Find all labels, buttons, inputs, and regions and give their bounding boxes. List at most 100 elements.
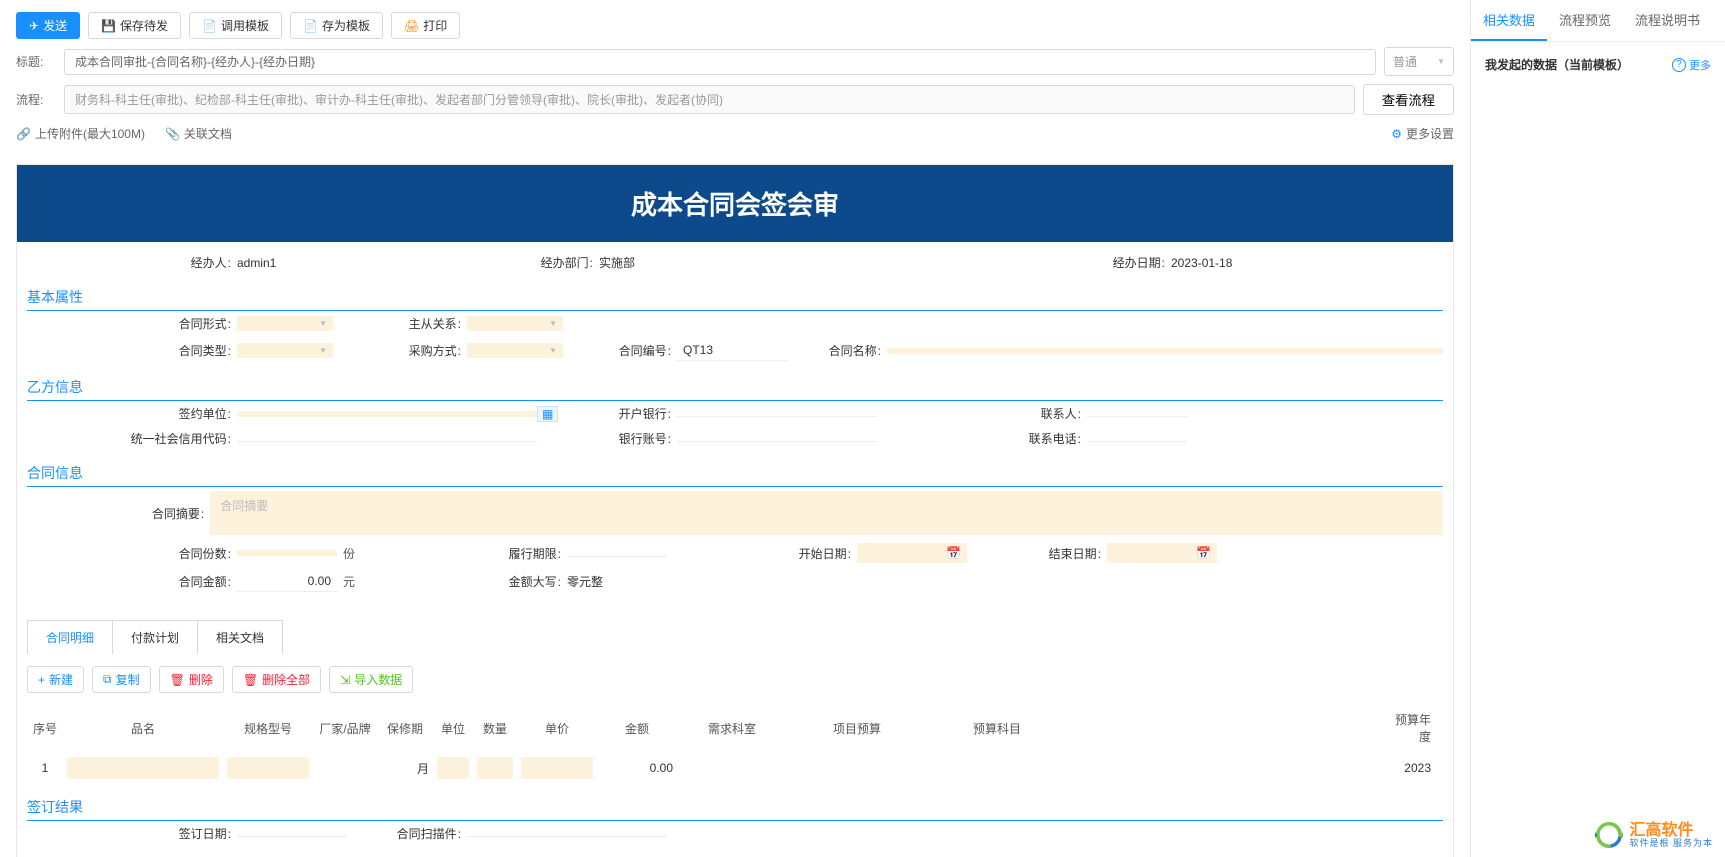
tab-payment[interactable]: 付款计划 <box>113 620 198 654</box>
my-data-title: 我发起的数据（当前模板） <box>1485 56 1629 73</box>
scan-label: 合同扫描件 <box>367 825 467 842</box>
col-year: 预算年度 <box>1383 709 1443 747</box>
contract-form-select[interactable]: ▼ <box>237 316 333 331</box>
tab-docs[interactable]: 相关文档 <box>198 620 283 654</box>
plus-icon: + <box>38 673 45 687</box>
end-date-input[interactable]: 📅 <box>1107 543 1217 563</box>
side-tab-data[interactable]: 相关数据 <box>1471 0 1547 41</box>
phone-input[interactable] <box>1087 435 1187 442</box>
lookup-icon[interactable]: ▦ <box>537 406 558 422</box>
col-unit: 单位 <box>433 718 473 739</box>
calendar-icon: 📅 <box>946 546 961 560</box>
delete-button[interactable]: 🗑删除 <box>159 666 224 693</box>
delete-all-button[interactable]: 🗑删除全部 <box>232 666 321 693</box>
cell-name-input[interactable] <box>67 757 219 779</box>
template-icon: 📄 <box>202 19 217 33</box>
contract-type-label: 合同类型 <box>27 342 237 359</box>
dept-label: 经办部门 <box>499 254 599 271</box>
col-warranty: 保修期 <box>377 718 433 739</box>
flow-label: 流程: <box>16 91 56 108</box>
cell-qty-input[interactable] <box>477 757 513 779</box>
col-price: 单价 <box>517 718 597 739</box>
cell-budget-input[interactable] <box>791 757 923 779</box>
send-button[interactable]: ✈发送 <box>16 12 80 39</box>
upload-attachment-link[interactable]: 🔗上传附件(最大100M) <box>16 125 145 142</box>
amount-cn-label: 金额大写 <box>407 573 567 590</box>
cell-seq: 1 <box>27 759 63 777</box>
cell-subject-input[interactable] <box>931 757 1063 779</box>
contract-name-input[interactable] <box>887 348 1443 354</box>
logo-icon <box>1595 821 1623 849</box>
sign-date-input[interactable] <box>237 830 347 837</box>
priority-select[interactable]: 普通▼ <box>1384 47 1454 76</box>
form-title: 成本合同会签会审 <box>17 165 1453 242</box>
view-flow-button[interactable]: 查看流程 <box>1363 84 1454 115</box>
save-draft-button[interactable]: 💾保存待发 <box>88 12 181 39</box>
cell-dept-input[interactable] <box>681 757 783 779</box>
related-doc-link[interactable]: 📎关联文档 <box>165 125 232 142</box>
amount-label: 合同金额 <box>27 573 237 590</box>
start-date-label: 开始日期 <box>687 545 857 562</box>
contact-input[interactable] <box>1087 410 1187 417</box>
title-input[interactable] <box>64 49 1376 75</box>
save-icon: 💾 <box>101 19 116 33</box>
copy-icon: ⧉ <box>103 672 112 687</box>
import-button[interactable]: ⇲导入数据 <box>329 666 413 693</box>
contract-no-label: 合同编号 <box>587 342 677 359</box>
bank-account-input[interactable] <box>677 435 877 442</box>
bank-input[interactable] <box>677 410 877 417</box>
cell-spec-input[interactable] <box>227 757 309 779</box>
print-button[interactable]: 🖨打印 <box>391 12 460 39</box>
cell-brand-input[interactable] <box>317 757 373 779</box>
more-link[interactable]: ?更多 <box>1672 57 1711 73</box>
contract-type-select[interactable]: ▼ <box>237 343 333 358</box>
period-input[interactable] <box>567 550 667 557</box>
credit-code-label: 统一社会信用代码 <box>27 430 237 447</box>
more-settings-link[interactable]: ⚙更多设置 <box>1391 125 1454 142</box>
side-tab-guide[interactable]: 流程说明书 <box>1623 0 1712 41</box>
col-budget: 项目预算 <box>787 718 927 739</box>
date-value: 2023-01-18 <box>1171 256 1232 270</box>
save-template-button[interactable]: 📄存为模板 <box>290 12 383 39</box>
contract-name-label: 合同名称 <box>807 342 887 359</box>
handler-label: 经办人 <box>27 254 237 271</box>
new-button[interactable]: +新建 <box>27 666 84 693</box>
col-spec: 规格型号 <box>223 718 313 739</box>
relation-select[interactable]: ▼ <box>467 316 563 331</box>
attachment-icon: 🔗 <box>16 127 31 141</box>
start-date-input[interactable]: 📅 <box>857 543 967 563</box>
copies-unit: 份 <box>337 545 361 562</box>
purchase-method-select[interactable]: ▼ <box>467 343 563 358</box>
title-label: 标题: <box>16 53 56 70</box>
signing-unit-label: 签约单位 <box>27 405 237 422</box>
scan-input[interactable] <box>467 830 667 837</box>
doc-icon: 📎 <box>165 127 180 141</box>
col-seq: 序号 <box>27 718 63 739</box>
table-row[interactable]: 1 月 0.00 2023 <box>27 751 1443 785</box>
chevron-down-icon: ▼ <box>549 346 557 355</box>
import-icon: ⇲ <box>340 673 350 687</box>
amount-input[interactable]: 0.00 <box>237 571 337 592</box>
trash-all-icon: 🗑 <box>243 673 258 687</box>
send-icon: ✈ <box>29 19 39 33</box>
tab-detail[interactable]: 合同明细 <box>27 620 113 654</box>
print-icon: 🖨 <box>404 19 419 33</box>
copy-button[interactable]: ⧉复制 <box>92 666 151 693</box>
copies-label: 合同份数 <box>27 545 237 562</box>
chevron-down-icon: ▼ <box>319 346 327 355</box>
chevron-down-icon: ▼ <box>1437 57 1445 66</box>
signing-unit-input[interactable] <box>237 411 537 417</box>
summary-label: 合同摘要 <box>27 505 210 522</box>
help-icon: ? <box>1672 58 1686 72</box>
dept-value: 实施部 <box>599 254 635 271</box>
cell-price-input[interactable] <box>521 757 593 779</box>
side-tab-preview[interactable]: 流程预览 <box>1547 0 1623 41</box>
cell-unit-input[interactable] <box>437 757 469 779</box>
col-name: 品名 <box>63 718 223 739</box>
load-template-button[interactable]: 📄调用模板 <box>189 12 282 39</box>
section-result: 签订结果 <box>27 791 1443 821</box>
brand-logo: 汇高软件 软件是根 服务为本 <box>1595 821 1713 849</box>
copies-input[interactable] <box>237 550 337 556</box>
summary-textarea[interactable]: 合同摘要 <box>210 491 1443 535</box>
credit-code-input[interactable] <box>237 435 537 442</box>
